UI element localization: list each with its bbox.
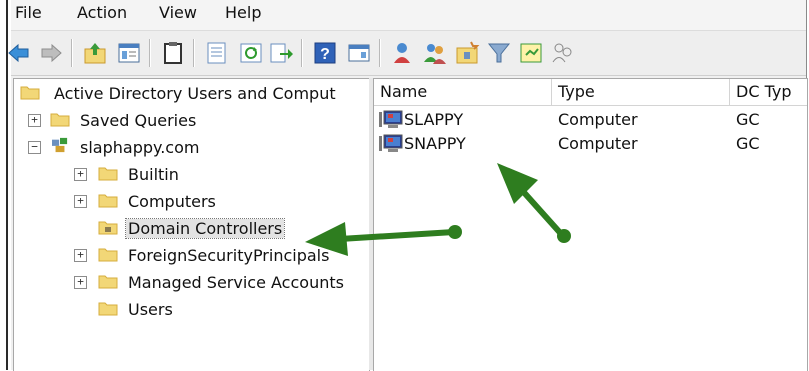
refresh-button[interactable]	[237, 39, 265, 67]
results-pane: Name Type DC Typ SLAPPY Computer GC SNAP…	[373, 78, 808, 371]
refresh-icon	[240, 43, 262, 63]
svg-text:?: ?	[320, 46, 330, 63]
expand-button[interactable]: +	[74, 276, 87, 289]
properties-icon	[207, 42, 226, 64]
folder-icon	[98, 167, 118, 181]
collapse-button[interactable]: −	[28, 141, 41, 154]
show-hide-tree-icon	[118, 43, 140, 63]
tree-root[interactable]: Active Directory Users and Comput	[18, 80, 368, 106]
computer-icon	[379, 134, 403, 152]
new-group-icon	[424, 44, 446, 64]
tree-item-label: Computers	[128, 191, 216, 211]
show-hide-tree-button[interactable]	[115, 39, 143, 67]
expand-button[interactable]: +	[28, 114, 41, 127]
mmc-window: File Action View Help ? Active Directory…	[8, 0, 808, 371]
properties-button[interactable]	[203, 39, 231, 67]
filter-button[interactable]	[485, 39, 513, 67]
toolbar: ?	[8, 31, 806, 76]
clipboard-button[interactable]	[159, 39, 187, 67]
toolbar-separator	[193, 39, 195, 67]
tree-item-domain[interactable]: − slaphappy.com	[18, 134, 368, 160]
add-to-group-button[interactable]	[549, 39, 577, 67]
forward-icon	[41, 43, 62, 63]
clipboard-icon	[164, 42, 182, 64]
new-ou-icon	[456, 41, 480, 64]
column-header-dc-type[interactable]: DC Typ	[730, 79, 807, 105]
folder-icon	[50, 113, 70, 127]
screenshot-frame: File Action View Help ? Active Directory…	[0, 0, 809, 371]
menu-view[interactable]: View	[159, 3, 197, 22]
expand-button[interactable]: +	[74, 249, 87, 262]
cell-dc-type: GC	[736, 110, 760, 129]
tree-item-managed-service-accounts[interactable]: + Managed Service Accounts	[18, 269, 368, 295]
filter-icon	[487, 43, 511, 63]
toolbar-separator	[379, 39, 381, 67]
tree-item-label: Domain Controllers	[124, 217, 286, 239]
back-button[interactable]	[5, 39, 33, 67]
column-header-row: Name Type DC Typ	[374, 79, 807, 106]
help-icon: ?	[314, 42, 336, 64]
tree-item-computers[interactable]: + Computers	[18, 188, 368, 214]
tree-root-label: Active Directory Users and Comput	[54, 83, 336, 103]
cell-name: SLAPPY	[404, 110, 464, 129]
cell-name: SNAPPY	[404, 134, 466, 153]
folder-icon	[98, 248, 118, 262]
tree-item-label: Saved Queries	[80, 110, 197, 130]
expand-button[interactable]: +	[74, 168, 87, 181]
menu-file[interactable]: File	[15, 3, 42, 22]
new-user-button[interactable]	[389, 39, 417, 67]
cell-dc-type: GC	[736, 134, 760, 153]
console-tree: Active Directory Users and Comput + Save…	[13, 78, 370, 371]
toolbar-separator	[301, 39, 303, 67]
new-group-button[interactable]	[421, 39, 449, 67]
find-icon	[520, 43, 542, 63]
console-view-button[interactable]	[345, 39, 373, 67]
menu-bar: File Action View Help	[11, 0, 806, 31]
table-row[interactable]: SNAPPY Computer GC	[374, 132, 807, 156]
menu-help[interactable]: Help	[225, 3, 261, 22]
tree-item-label: Builtin	[128, 164, 179, 184]
tree-item-label: Managed Service Accounts	[128, 272, 344, 292]
tree-item-domain-controllers[interactable]: Domain Controllers	[18, 215, 368, 241]
column-header-name[interactable]: Name	[374, 79, 552, 105]
tree-item-users[interactable]: Users	[18, 296, 368, 322]
up-folder-button[interactable]	[81, 39, 109, 67]
new-ou-button[interactable]	[453, 39, 481, 67]
export-list-button[interactable]	[267, 39, 295, 67]
tree-item-label: ForeignSecurityPrincipals	[128, 245, 330, 265]
table-row[interactable]: SLAPPY Computer GC	[374, 108, 807, 132]
tree-item-builtin[interactable]: + Builtin	[18, 161, 368, 187]
back-icon	[8, 43, 29, 63]
tree-item-foreign-security-principals[interactable]: + ForeignSecurityPrincipals	[18, 242, 368, 268]
tree-item-label: Users	[128, 299, 173, 319]
column-header-type[interactable]: Type	[552, 79, 730, 105]
folder-icon	[20, 86, 40, 100]
toolbar-separator	[71, 39, 73, 67]
export-list-icon	[270, 43, 293, 63]
console-view-icon	[348, 44, 370, 62]
forward-button[interactable]	[37, 39, 65, 67]
computer-icon	[379, 110, 403, 128]
menu-action[interactable]: Action	[77, 3, 127, 22]
up-folder-icon	[84, 43, 106, 64]
folder-icon	[98, 302, 118, 316]
domain-icon	[52, 137, 68, 153]
ou-folder-icon	[98, 221, 118, 235]
cell-type: Computer	[558, 134, 638, 153]
expand-button[interactable]: +	[74, 195, 87, 208]
tree-item-saved-queries[interactable]: + Saved Queries	[18, 107, 368, 133]
tree-item-label: slaphappy.com	[80, 137, 200, 157]
find-button[interactable]	[517, 39, 545, 67]
folder-icon	[98, 194, 118, 208]
toolbar-separator	[149, 39, 151, 67]
new-user-icon	[394, 43, 410, 63]
help-button[interactable]: ?	[311, 39, 339, 67]
add-to-group-icon	[552, 43, 572, 63]
folder-icon	[98, 275, 118, 289]
cell-type: Computer	[558, 110, 638, 129]
